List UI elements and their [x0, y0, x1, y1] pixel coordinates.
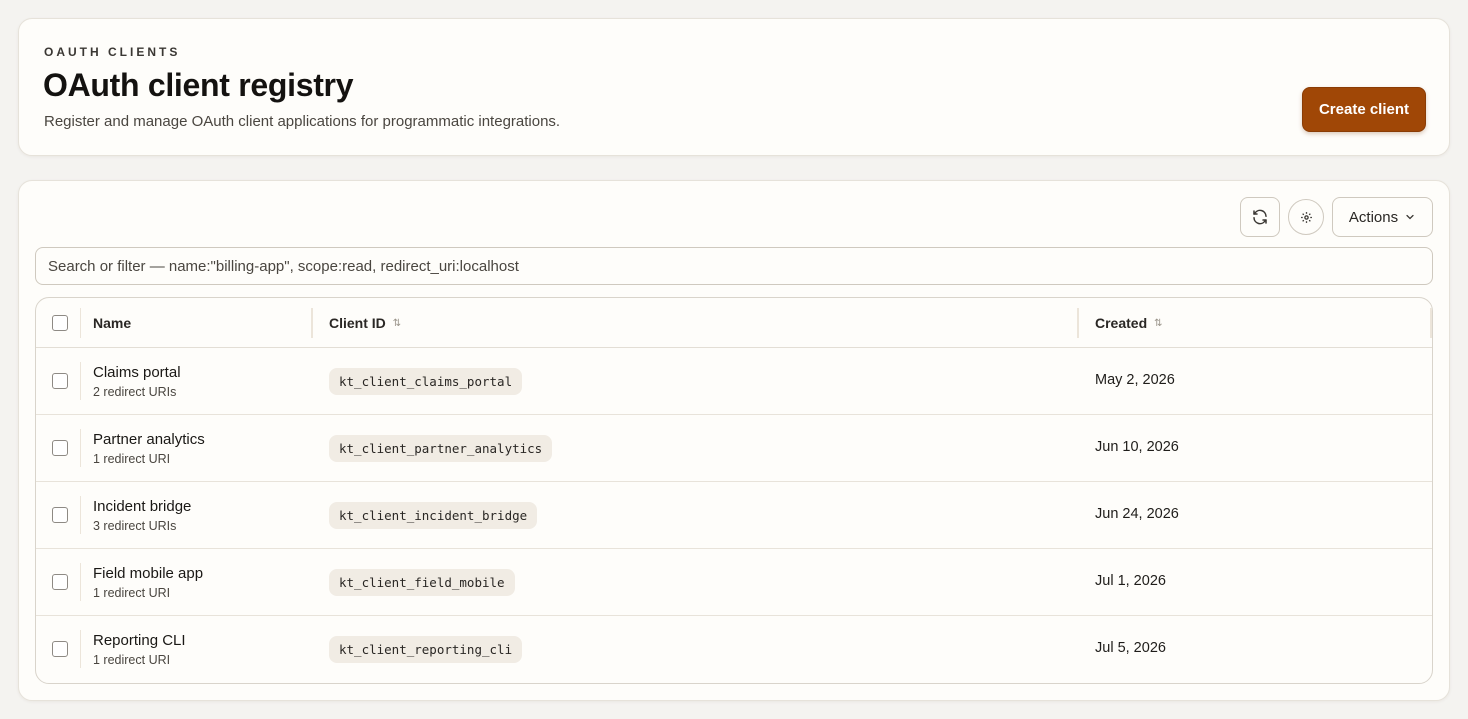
column-divider: [80, 563, 81, 601]
column-header-name[interactable]: Name: [93, 298, 131, 348]
client-name[interactable]: Reporting CLI: [93, 632, 186, 649]
table-row[interactable]: Reporting CLI 1 redirect URI kt_client_r…: [36, 616, 1432, 683]
column-divider: [80, 362, 81, 400]
column-divider: [80, 630, 81, 668]
client-name[interactable]: Incident bridge: [93, 498, 191, 515]
row-checkbox[interactable]: [52, 440, 68, 456]
redirect-count: 3 redirect URIs: [93, 519, 177, 533]
page-header: OAUTH CLIENTS OAuth client registry Regi…: [18, 18, 1450, 156]
redirect-count: 1 redirect URI: [93, 586, 171, 600]
created-date: Jun 10, 2026: [1095, 439, 1179, 455]
created-date: May 2, 2026: [1095, 372, 1175, 388]
sort-icon: ⇅: [1154, 317, 1163, 329]
sort-icon: ⇅: [392, 317, 402, 329]
redirect-count: 1 redirect URI: [93, 653, 171, 667]
table-row[interactable]: Field mobile app 1 redirect URI kt_clien…: [36, 549, 1432, 616]
created-date: Jul 1, 2026: [1095, 573, 1166, 589]
page-eyebrow: OAUTH CLIENTS: [44, 45, 181, 59]
column-header-created[interactable]: Created ⇅: [1095, 298, 1163, 348]
clients-table: Name Client ID ⇅ Created ⇅ Claims portal 2…: [35, 297, 1433, 684]
redirect-count: 2 redirect URIs: [93, 385, 177, 399]
redirect-count: 1 redirect URI: [93, 452, 171, 466]
column-resize-handle[interactable]: [1077, 308, 1079, 338]
create-client-button[interactable]: Create client: [1302, 87, 1426, 132]
client-name[interactable]: Partner analytics: [93, 431, 205, 448]
row-checkbox[interactable]: [52, 574, 68, 590]
row-checkbox[interactable]: [52, 641, 68, 657]
refresh-button[interactable]: [1240, 197, 1280, 237]
table-header: Name Client ID ⇅ Created ⇅: [36, 298, 1432, 348]
client-id-chip[interactable]: kt_client_claims_portal: [329, 368, 523, 395]
client-id-chip[interactable]: kt_client_field_mobile: [329, 569, 515, 596]
row-checkbox[interactable]: [52, 373, 68, 389]
page-title: OAuth client registry: [43, 67, 354, 103]
column-resize-handle[interactable]: [1430, 308, 1432, 338]
client-id-chip[interactable]: kt_client_partner_analytics: [329, 435, 553, 462]
actions-dropdown[interactable]: Actions: [1332, 197, 1433, 237]
gear-icon: [1300, 211, 1312, 223]
row-checkbox[interactable]: [52, 507, 68, 523]
created-date: Jul 5, 2026: [1095, 640, 1166, 656]
table-row[interactable]: Incident bridge 3 redirect URIs kt_clien…: [36, 482, 1432, 549]
search-input[interactable]: [35, 247, 1433, 285]
table-row[interactable]: Claims portal 2 redirect URIs kt_client_…: [36, 348, 1432, 415]
client-id-chip[interactable]: kt_client_reporting_cli: [329, 636, 523, 663]
client-id-chip[interactable]: kt_client_incident_bridge: [329, 502, 538, 529]
chevron-down-icon: [1406, 214, 1414, 220]
column-divider: [80, 308, 81, 338]
table-row[interactable]: Partner analytics 1 redirect URI kt_clie…: [36, 415, 1432, 482]
refresh-icon: [1253, 209, 1267, 225]
select-all-checkbox[interactable]: [52, 315, 68, 331]
client-name[interactable]: Field mobile app: [93, 565, 203, 582]
column-divider: [80, 496, 81, 534]
settings-button[interactable]: [1288, 199, 1324, 235]
created-date: Jun 24, 2026: [1095, 506, 1179, 522]
client-name[interactable]: Claims portal: [93, 364, 181, 381]
page-subtitle: Register and manage OAuth client applica…: [44, 113, 561, 130]
actions-label: Actions: [1348, 208, 1399, 226]
column-header-client-id[interactable]: Client ID ⇅: [329, 298, 401, 348]
column-resize-handle[interactable]: [311, 308, 313, 338]
column-divider: [80, 429, 81, 467]
clients-panel: Actions Name Client ID⇅ Created⇅: [18, 180, 1450, 701]
